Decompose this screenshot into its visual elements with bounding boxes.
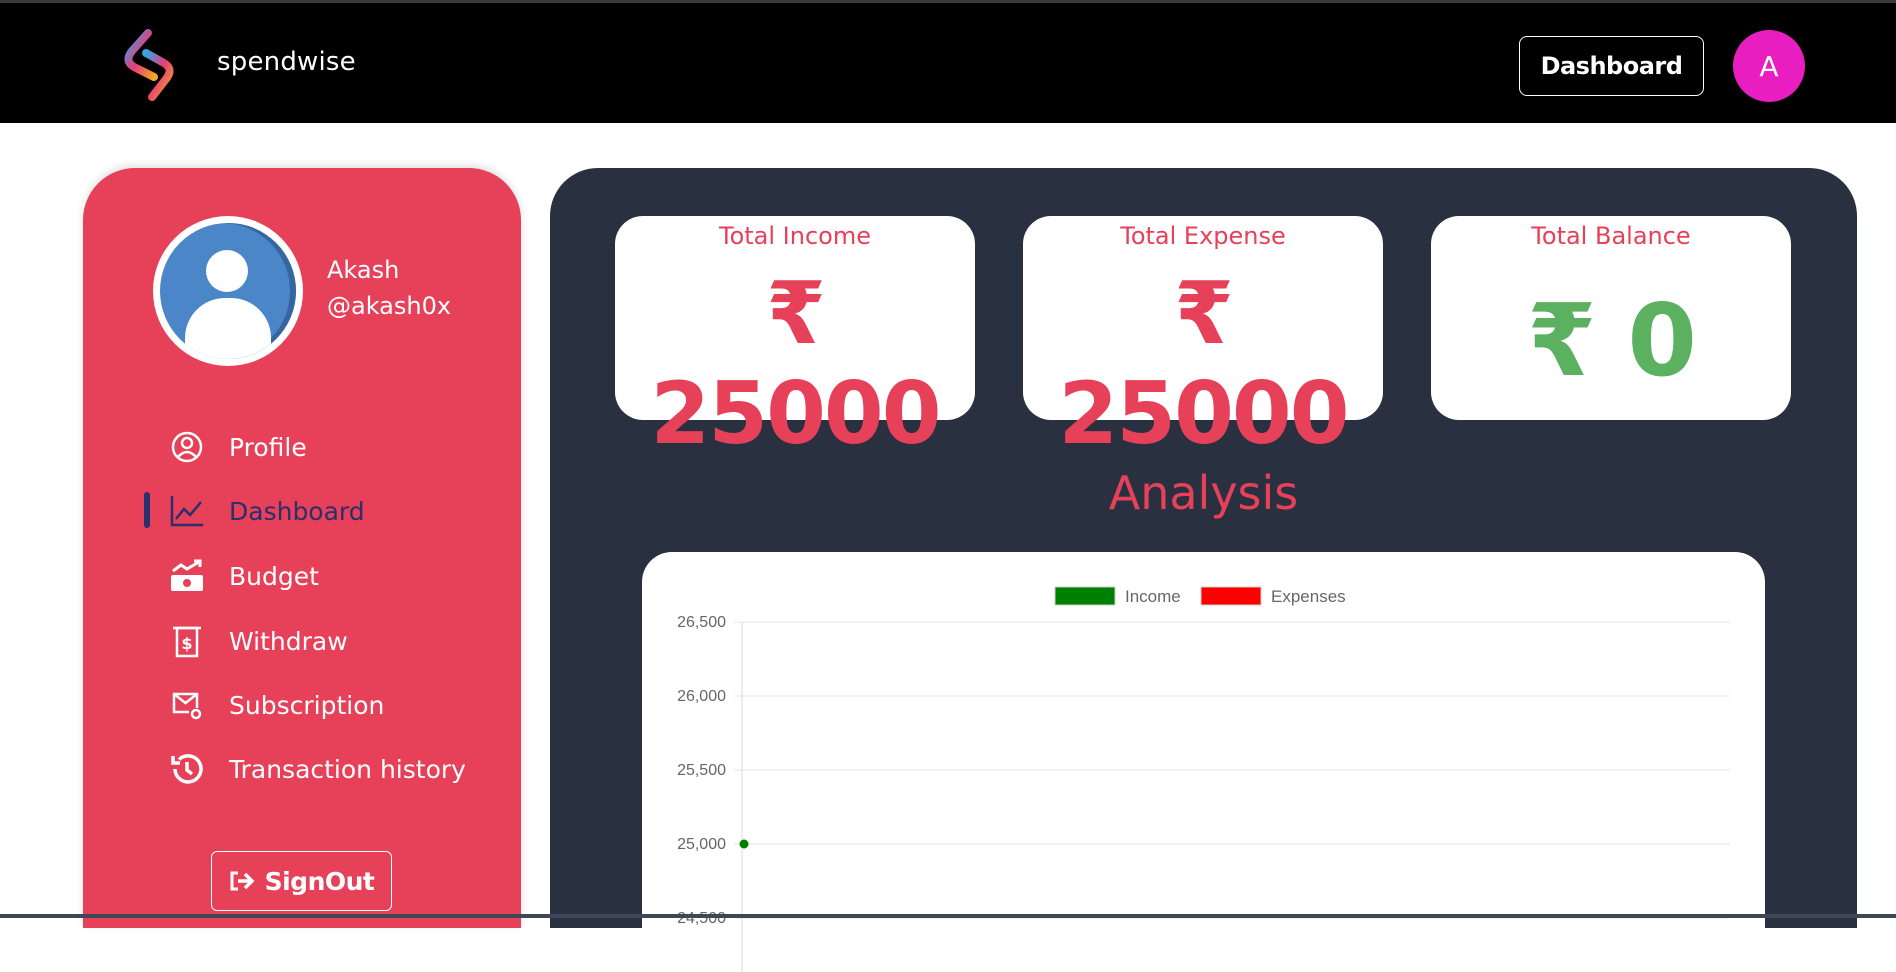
sidebar-item-profile[interactable]: Profile [167,425,497,469]
sidebar-item-label: Dashboard [229,496,365,526]
card-value: ₹ 25000 [650,264,941,464]
data-point [739,839,749,849]
y-tick-label: 25,000 [677,836,726,853]
analysis-chart: 26,500 26,000 25,500 25,000 24,500 Income Expe… [642,552,1765,972]
sidebar-item-label: Withdraw [229,626,348,656]
signout-button[interactable]: SignOut [211,851,392,911]
legend-swatch [1200,586,1262,606]
window-bottom-edge [0,914,1896,918]
sign-out-icon [229,870,255,892]
mail-icon [167,685,207,725]
sidebar-item-transaction-history[interactable]: Transaction history [167,747,497,791]
sidebar-item-budget[interactable]: Budget [167,554,497,598]
legend-swatch [1054,586,1116,606]
main-panel: Total Income ₹ 25000 Total Expense ₹ 250… [550,168,1857,972]
brand-name: spendwise [217,47,356,77]
sidebar-item-label: Profile [229,432,307,462]
legend-label: Expenses [1271,587,1346,606]
sidebar-item-subscription[interactable]: Subscription [167,683,497,727]
sidebar-item-withdraw[interactable]: $ Withdraw [167,619,497,663]
y-tick-label: 25,500 [677,762,726,779]
legend-label: Income [1125,587,1181,606]
total-expense-card: Total Expense ₹ 25000 [1023,216,1383,464]
top-navbar: spendwise Dashboard A [0,0,1896,123]
total-balance-card: Total Balance ₹ 0 [1431,216,1791,420]
total-income-card: Total Income ₹ 25000 [615,216,975,464]
sidebar-item-label: Transaction history [229,754,466,784]
signout-label: SignOut [264,866,375,896]
sidebar: Akash @akash0x Profile Dashboard Budget … [83,168,521,928]
card-value: ₹ 25000 [1058,264,1349,464]
history-icon [167,749,207,789]
user-circle-icon [167,427,207,467]
sidebar-item-dashboard[interactable]: Dashboard [167,489,497,533]
money-growth-icon [167,556,207,596]
card-title: Total Income [719,222,871,250]
card-value: ₹ 0 [1527,282,1697,399]
withdraw-icon: $ [167,621,207,661]
profile-picture [153,216,303,366]
avatar[interactable]: A [1733,30,1805,102]
y-tick-label: 24,500 [677,910,726,927]
spendwise-logo-icon[interactable] [118,27,180,103]
svg-text:$: $ [181,634,192,653]
active-indicator [144,492,150,528]
sidebar-item-label: Subscription [229,690,385,720]
y-tick-label: 26,000 [677,688,726,705]
user-avatar-icon [160,223,296,359]
card-title: Total Balance [1531,222,1691,250]
user-handle: @akash0x [327,292,452,320]
analysis-title: Analysis [1108,466,1299,520]
dashboard-button[interactable]: Dashboard [1519,36,1704,96]
card-title: Total Expense [1120,222,1286,250]
chart-canvas: 26,500 26,000 25,500 25,000 24,500 Income Expe… [677,586,1730,972]
line-chart-icon [167,491,207,531]
sidebar-item-label: Budget [229,561,319,591]
y-tick-label: 26,500 [677,614,726,631]
user-name: Akash [327,256,400,284]
